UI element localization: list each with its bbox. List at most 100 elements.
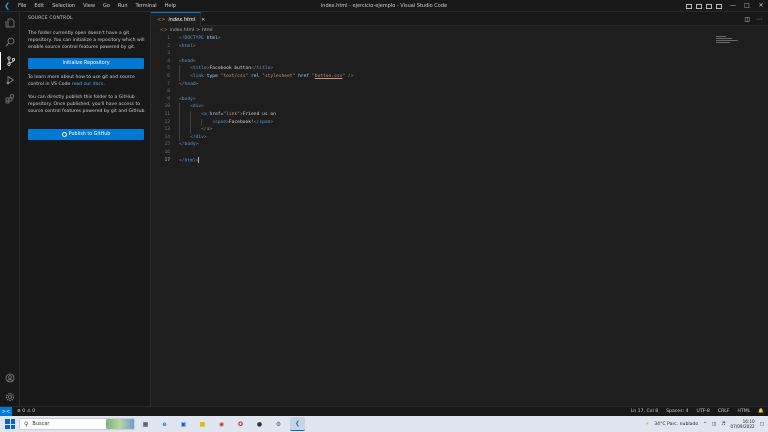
code-token: !DOCTYPE	[181, 36, 204, 41]
code-token: >	[270, 119, 274, 125]
code-token: body	[181, 96, 193, 102]
weather-text[interactable]: 34°C Parc. nublado	[654, 422, 698, 427]
line-content: <html>	[179, 43, 196, 51]
line-content: </a>	[201, 126, 212, 134]
github-icon	[61, 132, 67, 137]
system-tray: ☀ 34°C Parc. nublado ^ ◫ ♬ 16:10 07/09/2…	[645, 416, 764, 432]
customize-layout-icon[interactable]	[716, 3, 722, 9]
line-number: 15	[164, 142, 170, 148]
source-control-icon[interactable]	[0, 52, 20, 70]
code-token: href	[295, 74, 310, 79]
clock-date: 07/09/2022	[730, 424, 755, 429]
vscode-taskbar-icon[interactable]: ❮	[290, 417, 305, 431]
line-number: 3	[167, 51, 170, 57]
menu-view[interactable]: View	[79, 0, 99, 12]
initialize-repository-button[interactable]: Initialize Repository	[28, 58, 144, 69]
sidebar-title: SOURCE CONTROL	[28, 16, 73, 21]
code-token: "stylesheet"	[262, 74, 296, 79]
vscode-logo-icon[interactable]: ❮	[0, 0, 14, 12]
indent-guide	[179, 103, 180, 111]
line-number: 7	[167, 81, 170, 87]
line-number: 13	[164, 127, 170, 133]
code-token: "text/css"	[220, 74, 249, 79]
windows-start-icon[interactable]	[5, 419, 15, 429]
run-debug-icon[interactable]	[0, 71, 20, 89]
accounts-icon[interactable]	[0, 369, 20, 387]
editor-actions: ◫ ⋯	[744, 12, 762, 26]
network-icon[interactable]: ◫	[712, 422, 716, 427]
breadcrumb-symbol[interactable]: html	[202, 28, 212, 33]
weather-icon[interactable]: ☀	[645, 422, 649, 427]
store-icon[interactable]: ▣	[176, 417, 191, 431]
minimize-button[interactable]: —	[726, 0, 740, 12]
chrome-icon[interactable]: ◉	[214, 417, 229, 431]
html-file-icon: <>	[157, 16, 166, 23]
indent-guide	[179, 133, 180, 142]
code-token: link	[192, 74, 204, 79]
search-icon: ⚲	[24, 420, 29, 428]
search-icon[interactable]	[0, 33, 20, 51]
publish-to-github-button[interactable]: Publish to GitHub	[28, 129, 144, 140]
breadcrumb-file[interactable]: index.html	[170, 28, 195, 33]
line-content: </div>	[190, 134, 207, 142]
code-token: Facebook!	[228, 119, 254, 125]
html-file-icon: <>	[160, 28, 168, 33]
split-editor-icon[interactable]: ◫	[744, 16, 750, 23]
app-icon[interactable]: ●	[252, 417, 267, 431]
publish-button-label: Publish to GitHub	[68, 132, 111, 137]
toggle-secondary-sidebar-icon[interactable]	[706, 3, 712, 9]
menu-go[interactable]: Go	[99, 0, 114, 12]
taskbar-clock[interactable]: 16:10 07/09/2022	[731, 419, 755, 429]
edge-icon[interactable]: e	[157, 417, 172, 431]
menu-edit[interactable]: Edit	[30, 0, 48, 12]
opera-icon[interactable]: O	[233, 417, 248, 431]
tab-label: index.html	[168, 16, 196, 23]
activity-bar	[0, 12, 20, 406]
menu-help[interactable]: Help	[161, 0, 180, 12]
read-docs-link[interactable]: read our docs	[72, 82, 104, 87]
indent-guide	[179, 65, 180, 73]
taskbar-apps: ▦ e ▣ ■ ◉ O ● ⚙ ❮	[138, 416, 305, 432]
taskbar-search-box[interactable]: ⚲ Buscar	[19, 418, 135, 430]
tab-index-html[interactable]: <> index.html ✕	[151, 12, 205, 26]
task-view-icon[interactable]: ▦	[138, 417, 153, 431]
tray-overflow-icon[interactable]: ^	[703, 422, 707, 427]
line-number: 4	[167, 58, 170, 64]
manage-gear-icon[interactable]	[0, 388, 20, 406]
close-window-button[interactable]: ✕	[754, 0, 768, 12]
search-highlight-image	[106, 419, 134, 429]
line-number: 6	[167, 74, 170, 79]
windows-taskbar: ⚲ Buscar ▦ e ▣ ■ ◉ O ● ⚙ ❮ ☀ 34°C Parc. …	[0, 416, 768, 432]
toggle-panel-icon[interactable]	[696, 3, 702, 9]
menu-run[interactable]: Run	[114, 0, 132, 12]
extensions-icon[interactable]	[0, 90, 20, 108]
close-tab-icon[interactable]: ✕	[201, 17, 205, 23]
maximize-button[interactable]: □	[740, 0, 754, 12]
folder-icon[interactable]: ■	[195, 417, 210, 431]
code-token: >	[203, 134, 207, 140]
code-token: type	[203, 74, 218, 79]
explorer-icon[interactable]	[0, 14, 20, 32]
line-number: 9	[167, 96, 170, 102]
more-actions-icon[interactable]: ⋯	[756, 16, 762, 23]
code-token: Friend us on	[242, 112, 276, 117]
line-number: 2	[167, 43, 170, 49]
learn-more-end: .	[103, 82, 105, 88]
settings-icon[interactable]: ⚙	[271, 417, 286, 431]
code-token: head	[184, 81, 196, 87]
menu-file[interactable]: File	[14, 0, 30, 12]
notification-center-icon[interactable]: □	[760, 422, 764, 427]
toggle-sidebar-icon[interactable]	[686, 3, 692, 9]
code-token: >	[192, 43, 196, 49]
menu-selection[interactable]: Selection	[48, 0, 79, 12]
code-token: span	[259, 119, 271, 125]
source-control-panel: SOURCE CONTROL The folder currently open…	[20, 12, 151, 406]
menu-terminal[interactable]: Terminal	[132, 0, 161, 12]
code-token: title	[256, 66, 271, 72]
code-token: div	[192, 104, 202, 110]
indent-guide	[190, 126, 192, 134]
line-number: 10	[164, 104, 170, 110]
line-content: <!DOCTYPE html>	[179, 35, 221, 43]
volume-icon[interactable]: ♬	[721, 422, 725, 427]
minimap[interactable]	[716, 36, 742, 48]
